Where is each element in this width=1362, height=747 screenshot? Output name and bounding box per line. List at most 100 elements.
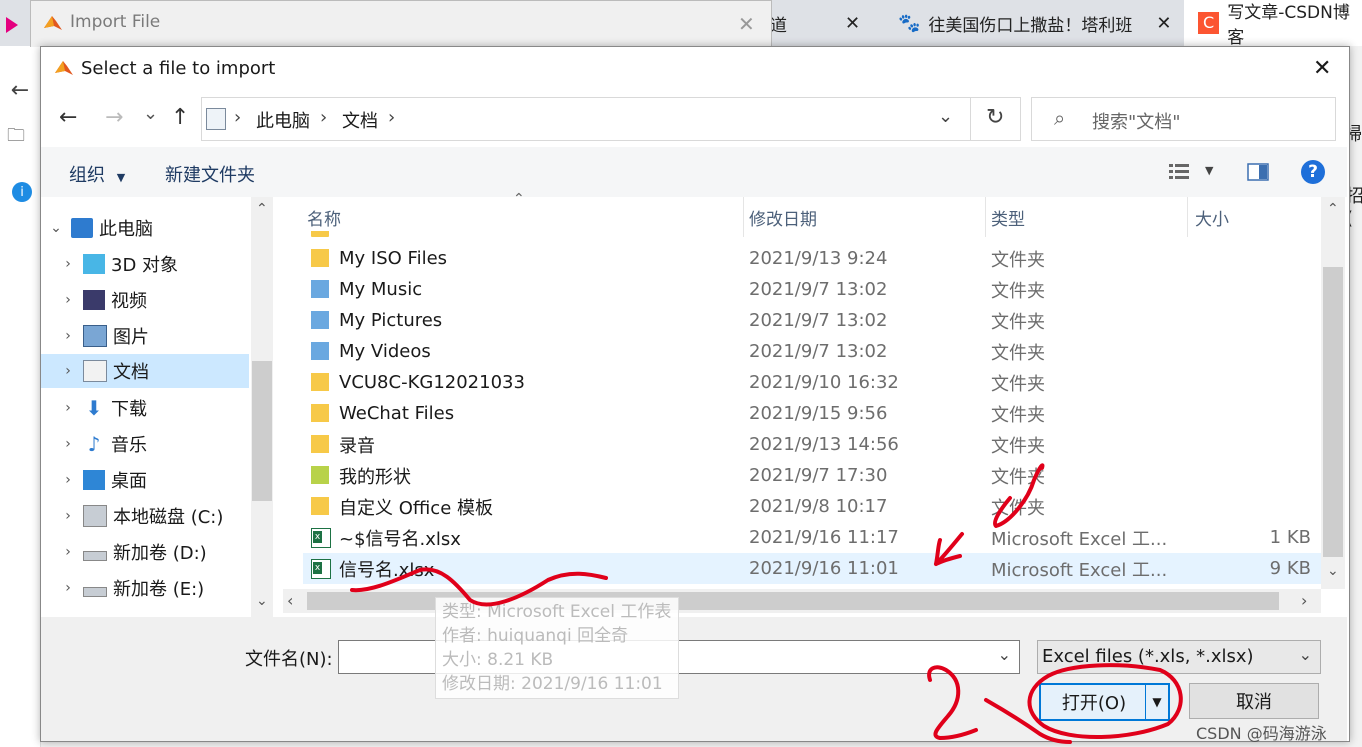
file-date: 2021/9/13 14:56	[749, 434, 899, 455]
close-icon[interactable]: ✕	[845, 13, 860, 34]
folder-icon	[311, 435, 329, 453]
close-icon[interactable]: ✕	[1313, 56, 1331, 81]
browser-side-strip: ← 🗀 i	[0, 46, 41, 747]
scroll-right-arrow-icon[interactable]: ›	[1301, 591, 1307, 610]
open-button-label: 打开(O)	[1061, 693, 1127, 714]
close-icon[interactable]: ✕	[1156, 13, 1171, 34]
scroll-down-arrow-icon[interactable]: ⌄	[1327, 563, 1339, 579]
videos-folder-icon	[311, 342, 329, 360]
caret-down-icon[interactable]: ▼	[1205, 164, 1213, 177]
sidebar-item-documents[interactable]: › 文档	[41, 354, 249, 388]
sidebar-item-3d-objects[interactable]: › 3D 对象	[41, 247, 249, 281]
file-name: 信号名.xlsx	[339, 559, 435, 581]
sidebar-item-pictures[interactable]: › 图片	[41, 319, 249, 353]
chevron-right-icon[interactable]: ›	[41, 328, 83, 344]
sidebar-item-label: 3D 对象	[111, 255, 179, 276]
file-row[interactable]: 录音 2021/9/13 14:56 文件夹	[303, 429, 1321, 460]
open-dropdown-button[interactable]: ▼	[1145, 683, 1170, 721]
chevron-right-icon[interactable]: ›	[41, 256, 83, 272]
recent-locations-button[interactable]: ⌄	[143, 103, 158, 124]
chevron-right-icon[interactable]: ›	[41, 292, 83, 308]
sidebar-item-downloads[interactable]: › ⬇ 下载	[41, 391, 249, 425]
file-size	[1195, 429, 1311, 460]
tooltip-line: 作者: huiquanqi 回全奇	[442, 626, 629, 646]
view-options-icon[interactable]	[1169, 163, 1191, 181]
address-bar[interactable]: › 此电脑 › 文档 › ⌄ ↻	[201, 97, 1021, 141]
drive-icon	[83, 587, 107, 597]
preview-pane-icon[interactable]	[1247, 163, 1269, 181]
chevron-right-icon[interactable]: ›	[41, 400, 83, 416]
close-icon[interactable]: ✕	[738, 12, 755, 36]
folder-icon	[311, 373, 329, 391]
sidebar-item-music[interactable]: › ♪ 音乐	[41, 427, 249, 461]
file-row[interactable]: x ~$信号名.xlsx 2021/9/16 11:17 Microsoft Exce…	[303, 522, 1321, 553]
sidebar-item-label: 图片	[113, 327, 149, 348]
scroll-left-arrow-icon[interactable]: ‹	[287, 591, 293, 610]
forward-button[interactable]: →	[105, 105, 123, 130]
scroll-down-arrow-icon[interactable]: ⌄	[256, 593, 268, 609]
search-input[interactable]: ⌕ 搜索"文档"	[1031, 97, 1336, 141]
cancel-button[interactable]: 取消	[1189, 683, 1319, 719]
new-folder-button[interactable]: 新建文件夹	[165, 161, 255, 187]
help-icon[interactable]: ?	[1301, 160, 1325, 184]
sidebar-item-drive-e[interactable]: › 新加卷 (E:)	[41, 571, 249, 605]
scroll-up-arrow-icon[interactable]: ⌃	[1327, 201, 1339, 217]
info-icon[interactable]: i	[12, 182, 32, 202]
sort-caret-icon: ⌃	[513, 191, 525, 207]
back-arrow-icon[interactable]: ←	[8, 78, 32, 103]
scroll-up-arrow-icon[interactable]: ⌃	[256, 201, 268, 217]
organize-button[interactable]: 组织 ▼	[69, 161, 125, 187]
sidebar-item-this-pc[interactable]: ⌄ 此电脑	[41, 211, 249, 245]
file-row[interactable]: 我的形状 2021/9/7 17:30 文件夹	[303, 460, 1321, 491]
file-row[interactable]: My Videos 2021/9/7 13:02 文件夹	[303, 336, 1321, 367]
open-button[interactable]: 打开(O)	[1039, 683, 1149, 721]
file-row[interactable]: 自定义 Office 模板 2021/9/8 10:17 文件夹	[303, 491, 1321, 522]
tooltip-line: 修改日期: 2021/9/16 11:01	[442, 674, 663, 694]
folder-outline-icon[interactable]: 🗀	[4, 125, 28, 150]
chevron-down-icon[interactable]: ⌄	[41, 220, 71, 236]
sidebar-item-videos[interactable]: › 视频	[41, 283, 249, 317]
file-row[interactable]: My Pictures 2021/9/7 13:02 文件夹	[303, 305, 1321, 336]
import-file-title: Import File	[70, 12, 161, 32]
sidebar-item-desktop[interactable]: › 桌面	[41, 463, 249, 497]
breadcrumb-this-pc[interactable]: 此电脑	[256, 107, 310, 133]
chevron-down-icon[interactable]: ⌄	[998, 645, 1011, 664]
file-row[interactable]: My Music 2021/9/7 13:02 文件夹	[303, 274, 1321, 305]
chevron-down-icon[interactable]: ⌄	[938, 106, 953, 127]
browser-tab-3[interactable]: C 写文章-CSDN博客	[1184, 0, 1362, 48]
breadcrumb-documents[interactable]: 文档	[342, 107, 378, 133]
file-info-tooltip: 类型: Microsoft Excel 工作表 作者: huiquanqi 回全…	[435, 597, 679, 699]
browser-tab-1[interactable]: 道 ✕	[770, 0, 860, 46]
file-row[interactable]: VCU8C-KG12021033 2021/9/10 16:32 文件夹	[303, 367, 1321, 398]
file-row[interactable]: WeChat Files 2021/9/15 9:56 文件夹	[303, 398, 1321, 429]
csdn-watermark: CSDN @码海游泳	[1196, 724, 1327, 743]
chevron-right-icon[interactable]: ›	[41, 472, 83, 488]
file-select-dialog: Select a file to import ✕ ← → ⌄ ↑ › 此电脑 …	[40, 46, 1350, 742]
up-button[interactable]: ↑	[171, 105, 189, 130]
back-button[interactable]: ←	[59, 105, 77, 130]
sidebar-item-label: 新加卷 (E:)	[113, 579, 205, 600]
refresh-button[interactable]: ↻	[986, 105, 1004, 130]
chevron-right-icon[interactable]: ›	[41, 508, 83, 524]
file-row[interactable]: x 信号名.xlsx 2021/9/16 11:01 Microsoft Excel …	[303, 553, 1321, 584]
browser-tab-2[interactable]: 🐾 往美国伤口上撒盐！塔利班 ✕	[898, 0, 1172, 46]
sidebar-item-drive-c[interactable]: › 本地磁盘 (C:)	[41, 499, 249, 533]
chevron-right-icon[interactable]: ›	[41, 580, 83, 596]
file-date: 2021/9/7 13:02	[749, 341, 888, 362]
file-size	[1195, 367, 1311, 398]
file-scroll-thumb[interactable]	[1323, 267, 1343, 557]
nav-scroll-thumb[interactable]	[252, 361, 272, 501]
sidebar-item-drive-d[interactable]: › 新加卷 (D:)	[41, 535, 249, 569]
file-name: 我的形状	[339, 466, 411, 488]
file-type-select[interactable]: Excel files (*.xls, *.xlsx) ⌄	[1037, 640, 1321, 674]
chevron-right-icon[interactable]: ›	[41, 436, 83, 452]
file-row[interactable]: My ISO Files 2021/9/13 9:24 文件夹	[303, 243, 1321, 274]
tooltip-line: 类型: Microsoft Excel 工作表	[442, 602, 672, 622]
chevron-right-icon[interactable]: ›	[41, 363, 83, 379]
nav-scrollbar[interactable]: ⌃ ⌄	[251, 197, 273, 617]
file-name: My Music	[339, 279, 423, 300]
chevron-right-icon[interactable]: ›	[41, 544, 83, 560]
browser-tab-label: 往美国伤口上撒盐！塔利班	[928, 15, 1133, 36]
file-list-scrollbar[interactable]: ⌃ ⌄	[1321, 197, 1345, 589]
chevron-down-icon[interactable]: ⌄	[1299, 645, 1312, 664]
